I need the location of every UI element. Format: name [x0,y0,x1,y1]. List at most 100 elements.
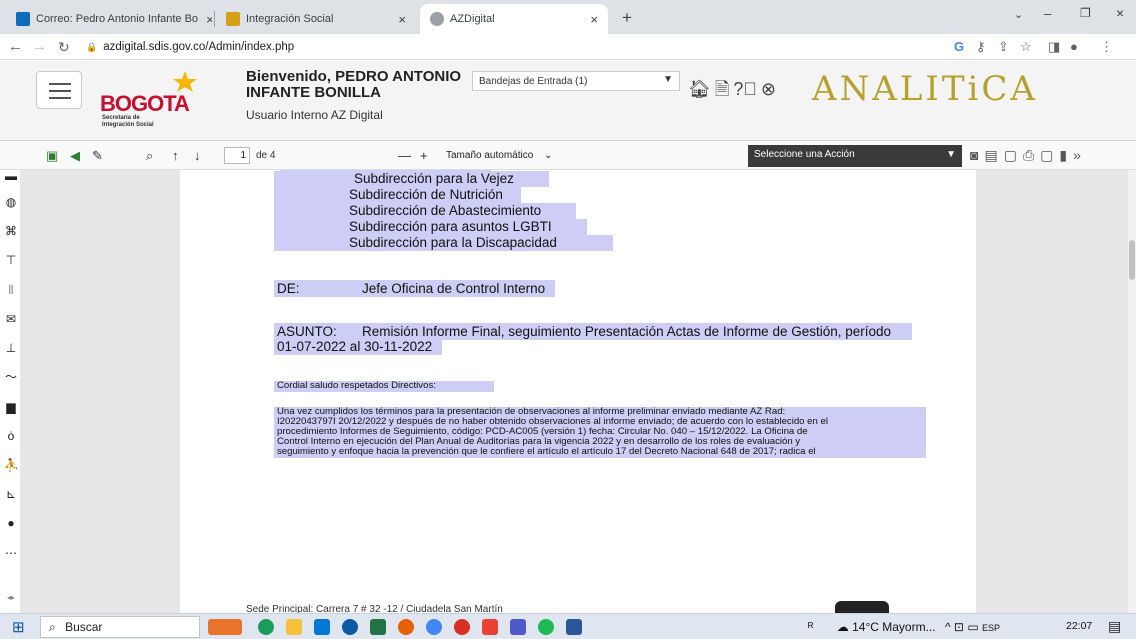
welcome-line2: INFANTE BONILLA [246,84,381,101]
stamp-icon[interactable]: ▤ [984,147,1003,163]
page-down-icon[interactable]: ↓ [194,148,201,163]
caret-down-icon: ▼ [946,149,956,160]
page-number-input[interactable]: 1 [224,147,250,164]
signature-icon[interactable]: 〜 [4,371,18,383]
opera-icon[interactable] [454,619,470,635]
binoculars-icon[interactable]: ⌘ [4,225,18,237]
search-icon[interactable]: ⌕ [146,148,153,164]
restore-icon[interactable]: ❐ [1080,6,1091,20]
tab-azdigital[interactable]: AZDigital × [420,4,608,34]
open-file-icon[interactable]: ▢ [1004,147,1023,163]
weather-text[interactable]: 14°C Mayorm... [852,620,935,634]
back-arrow-icon[interactable]: ← [8,38,23,56]
users-icon[interactable]: ⛹ [4,459,19,471]
side-panel-icon[interactable]: ◨ [1048,39,1060,55]
globe-icon[interactable]: ◍ [4,196,18,208]
tab-correo[interactable]: Correo: Pedro Antonio Infante Bo × [6,4,212,34]
more-tools-icon[interactable]: » [1073,147,1087,163]
bomb-icon[interactable]: ȯ [4,430,18,442]
home-icon[interactable]: 🏠︎ [688,79,715,99]
chevron-up-icon[interactable]: ^ [945,620,951,634]
close-icon[interactable]: × [582,12,598,27]
taskbar-search-box[interactable]: ⌕ Buscar [40,616,200,638]
bogota-taskbar-icon[interactable] [208,619,242,635]
url-field[interactable]: 🔒 azdigital.sdis.gov.co/Admin/index.php [86,36,986,58]
dest-line: Subdirección para la Vejez [274,171,549,187]
address-bar-row: ← → ↻ 🔒 azdigital.sdis.gov.co/Admin/inde… [0,34,1136,60]
tab-integracion-social[interactable]: Integración Social × [216,4,416,34]
stamp-tool-icon[interactable]: ⊥ [4,342,18,354]
excel-icon[interactable] [370,619,386,635]
sitemap-icon[interactable]: ⊤ [4,254,18,266]
bookmark-star-icon[interactable]: ☆ [1020,39,1032,55]
action-select[interactable]: Seleccione una Acción ▼ [748,145,962,167]
people-icon[interactable]: ᴿ [808,620,813,634]
menu-kebab-icon[interactable]: ⋮ [1100,39,1113,55]
password-key-icon[interactable]: ⚷ [976,39,986,55]
language-indicator[interactable]: ESP [982,623,1000,633]
google-icon[interactable]: G [954,39,964,54]
firefox-icon[interactable] [398,619,414,635]
spotify-icon[interactable] [538,619,554,635]
vertical-scrollbar[interactable] [1128,170,1136,613]
network-icon[interactable]: ⊡ [954,620,964,634]
new-tab-button[interactable]: + [622,8,632,28]
mail-icon[interactable] [314,619,330,635]
chrome-profile-icon[interactable] [426,619,442,635]
close-icon[interactable]: × [198,12,212,27]
archive-icon[interactable]: ▆ [4,401,18,413]
file-explorer-icon[interactable] [286,619,302,635]
inbox-select-value: Bandejas de Entrada (1) [479,76,588,87]
ink-icon[interactable]: ◙ [970,147,984,163]
bookmark-icon[interactable]: ▮ [1059,147,1073,163]
search-icon: ⌕ [49,620,56,634]
previous-doc-icon[interactable]: ◀ [70,148,80,164]
search-text: Buscar [65,620,103,634]
window-close-icon[interactable]: × [1116,5,1124,21]
share-icon[interactable]: ⇪ [998,39,1009,55]
notifications-icon[interactable]: ▤ [1108,618,1121,635]
chart-icon[interactable]: ⊾ [4,488,18,500]
clock[interactable]: 22:07 [1066,620,1092,632]
chrome-icon[interactable] [258,619,274,635]
save-icon[interactable]: ▢ [1040,147,1059,163]
logo-sub1: Secretaría de [102,115,140,121]
scrollbar-thumb[interactable] [1129,240,1135,280]
logo-sub2: Integración Social [102,122,154,128]
print-icon[interactable]: ⎙ [1023,147,1040,163]
forward-arrow-icon[interactable]: → [32,38,47,56]
pdf-viewer[interactable]: Subdirección para la Vejez Subdirección … [20,170,1128,613]
analitica-brand: ANALITiCA [812,69,1038,109]
info-circle-icon[interactable]: ● [4,517,18,529]
logout-icon[interactable]: ⊗ [761,79,780,99]
zoom-in-icon[interactable]: + [420,148,428,163]
hamburger-menu-button[interactable] [36,71,82,109]
edit-icon[interactable]: ✎ [92,148,103,164]
close-icon[interactable]: × [390,12,406,27]
teams-icon[interactable] [510,619,526,635]
home-app-icon[interactable] [482,619,498,635]
browser-tab-bar: Correo: Pedro Antonio Infante Bo × Integ… [0,0,1136,34]
de-label: DE: [277,281,300,296]
profile-icon[interactable]: ● [1070,39,1078,54]
more-icon[interactable]: ⋯ [4,547,18,559]
document-icon[interactable]: 🗎 [715,79,733,99]
weather-icon[interactable]: ☁ [837,620,849,634]
help-icon[interactable]: ?⃝ [733,79,761,99]
minimize-icon[interactable]: – [1044,6,1051,21]
inbox-select[interactable]: Bandejas de Entrada (1) ▼ [472,71,680,91]
speaker-icon[interactable]: ▭ [967,620,978,634]
page-up-icon[interactable]: ↑ [172,148,179,163]
zoom-select[interactable]: Tamaño automático ⌄ [440,147,560,165]
envelope-icon[interactable]: ✉ [4,313,18,325]
windows-start-icon[interactable]: ⊞ [12,618,25,636]
barcode-icon[interactable]: ⦀ [4,284,18,296]
reload-icon[interactable]: ↻ [58,38,70,56]
zoom-out-icon[interactable]: — [398,148,411,163]
tab-search-icon[interactable]: ⌄ [1014,8,1023,21]
sidebar-toggle-icon[interactable]: ▣ [46,148,58,164]
folder-icon[interactable]: ▬ [4,170,18,182]
edge-icon[interactable] [342,619,358,635]
word-icon[interactable] [566,619,582,635]
scroll-arrows-icon[interactable]: ◂▸ [4,592,18,604]
